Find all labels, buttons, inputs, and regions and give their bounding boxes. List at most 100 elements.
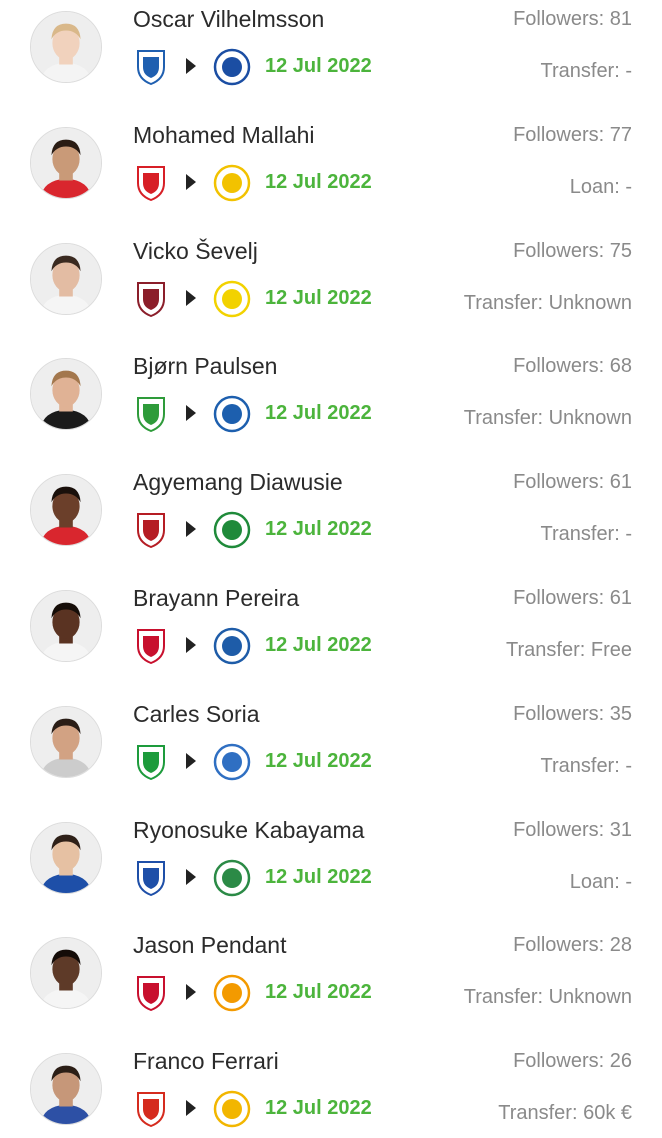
transfer-fee: Transfer: Free [506, 639, 632, 661]
transfer-fee: Transfer: - [540, 523, 633, 546]
transfer-date: 12 Jul 2022 [265, 749, 372, 772]
player-avatar[interactable] [30, 937, 102, 1010]
player-name[interactable]: Jason Pendant [133, 930, 286, 960]
transfer-date: 12 Jul 2022 [265, 518, 372, 541]
followers-count: Followers: 77 [513, 123, 632, 146]
player-name[interactable]: Carles Soria [133, 699, 260, 729]
player-photo-icon [31, 12, 101, 82]
transfer-arrow-icon [186, 1100, 196, 1117]
transfer-date: 12 Jul 2022 [265, 286, 372, 309]
from-club-crest[interactable] [135, 744, 167, 780]
transfer-arrow-icon [186, 58, 196, 74]
transfer-date: 12 Jul 2022 [265, 55, 372, 77]
to-club-crest[interactable] [213, 1090, 251, 1128]
transfer-row[interactable]: Brayann Pereira Followers: 61 12 Jul 202… [0, 579, 662, 695]
hammarby-crest-icon [137, 397, 165, 433]
player-name[interactable]: Ryonosuke Kabayama [133, 815, 364, 845]
from-club-crest[interactable] [135, 975, 167, 1012]
player-photo-icon [31, 591, 101, 661]
player-avatar[interactable] [30, 474, 102, 547]
transfer-arrow-icon [186, 521, 196, 538]
odense-bk-crest-icon [213, 396, 251, 433]
from-club-crest[interactable] [135, 165, 167, 201]
transfer-date: 12 Jul 2022 [265, 865, 372, 888]
player-name[interactable]: Agyemang Diawusie [133, 467, 343, 497]
transfer-fee: Transfer: Unknown [463, 291, 632, 314]
transfer-row[interactable]: Agyemang Diawusie Followers: 61 12 Jul 2… [0, 463, 662, 579]
from-club-crest[interactable] [135, 1091, 167, 1128]
transfer-fee: Transfer: - [540, 754, 633, 777]
transfer-row[interactable]: Bjørn Paulsen Followers: 68 12 Jul 2022 … [0, 347, 662, 463]
dynamo-dresden-crest-icon [137, 513, 165, 549]
followers-count: Followers: 61 [513, 471, 632, 494]
player-avatar[interactable] [30, 358, 102, 431]
player-photo-icon [31, 1054, 101, 1125]
transfer-fee: Transfer: - [540, 60, 633, 82]
from-club-crest[interactable] [135, 396, 167, 433]
transfer-fee: Transfer: Unknown [463, 407, 632, 430]
to-club-crest[interactable] [213, 280, 251, 318]
from-club-crest[interactable] [135, 628, 167, 664]
to-club-crest[interactable] [213, 48, 251, 86]
ifk-goteborg-crest-icon [137, 50, 165, 85]
transfer-arrow-icon [186, 752, 196, 769]
player-photo-icon [31, 127, 101, 198]
montedio-yamagata-crest-icon [213, 859, 251, 896]
transfer-row[interactable]: Oscar Vilhelmsson Followers: 81 12 Jul 2… [0, 0, 662, 116]
followers-count: Followers: 61 [513, 587, 632, 609]
player-name[interactable]: Oscar Vilhelmsson [133, 4, 324, 34]
player-name[interactable]: Vicko Ševelj [133, 236, 258, 266]
transfer-row[interactable]: Franco Ferrari Followers: 26 12 Jul 2022… [0, 1042, 662, 1138]
transfer-arrow-icon [186, 868, 196, 885]
from-club-crest[interactable] [135, 860, 167, 896]
followers-count: Followers: 35 [513, 702, 632, 725]
transfer-date: 12 Jul 2022 [265, 1097, 372, 1120]
to-club-crest[interactable] [213, 743, 251, 781]
to-club-crest[interactable] [213, 395, 251, 433]
player-photo-icon [31, 243, 101, 314]
new-york-red-bulls-crest-icon [137, 976, 165, 1012]
transfer-fee: Loan: - [569, 175, 632, 198]
union-sg-crest-icon [213, 280, 251, 317]
from-club-crest[interactable] [135, 49, 167, 85]
transfer-row[interactable]: Vicko Ševelj Followers: 75 12 Jul 2022 T… [0, 232, 662, 348]
transfer-arrow-icon [186, 173, 196, 190]
player-avatar[interactable] [30, 126, 102, 199]
to-club-crest[interactable] [213, 974, 251, 1012]
followers-count: Followers: 81 [513, 8, 632, 30]
aj-auxerre-crest-icon [213, 627, 251, 665]
valerenga-crest-icon [137, 1092, 165, 1128]
player-name[interactable]: Brayann Pereira [133, 583, 299, 613]
from-club-crest[interactable] [135, 512, 167, 549]
player-avatar[interactable] [30, 821, 102, 894]
to-club-crest[interactable] [213, 511, 251, 549]
player-avatar[interactable] [30, 1053, 102, 1126]
player-name[interactable]: Franco Ferrari [133, 1046, 279, 1076]
to-club-crest[interactable] [213, 164, 251, 202]
player-photo-icon [31, 938, 101, 1009]
to-club-crest[interactable] [213, 859, 251, 897]
player-avatar[interactable] [30, 705, 102, 778]
transfer-date: 12 Jul 2022 [265, 634, 372, 656]
transfer-arrow-icon [186, 637, 196, 653]
transfer-row[interactable]: Mohamed Mallahi Followers: 77 12 Jul 202… [0, 116, 662, 232]
apoel-crest-icon [213, 1090, 251, 1128]
player-name[interactable]: Bjørn Paulsen [133, 351, 277, 381]
quevilly-rouen-crest-icon [213, 975, 251, 1012]
pas-giannina-crest-icon [213, 743, 251, 781]
player-avatar[interactable] [30, 590, 102, 662]
sv-ried-crest-icon [213, 511, 251, 549]
followers-count: Followers: 75 [513, 239, 632, 262]
from-club-crest[interactable] [135, 281, 167, 317]
fk-sarajevo-crest-icon [137, 281, 165, 317]
transfer-row[interactable]: Ryonosuke Kabayama Followers: 31 12 Jul … [0, 811, 662, 927]
to-club-crest[interactable] [213, 627, 251, 665]
player-avatar[interactable] [30, 11, 102, 83]
transfer-row[interactable]: Jason Pendant Followers: 28 12 Jul 2022 … [0, 926, 662, 1042]
transfer-fee: Transfer: 60k € [498, 1102, 632, 1125]
player-name[interactable]: Mohamed Mallahi [133, 120, 315, 150]
player-photo-icon [31, 475, 101, 546]
player-photo-icon [31, 822, 101, 893]
transfer-row[interactable]: Carles Soria Followers: 35 12 Jul 2022 T… [0, 695, 662, 811]
player-avatar[interactable] [30, 242, 102, 315]
